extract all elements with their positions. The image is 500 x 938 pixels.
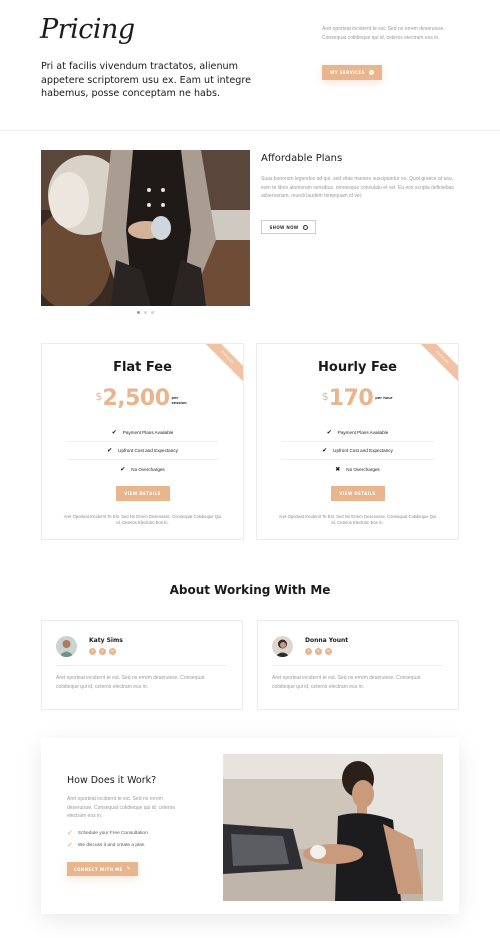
cross-icon: ✖ xyxy=(335,466,341,473)
feature-label: No Overcharges xyxy=(131,466,165,472)
price-amount: 170 xyxy=(328,386,374,411)
how-description: Aret oporteat incidernt te est. Sed no e… xyxy=(67,796,175,819)
twitter-icon[interactable]: t xyxy=(99,648,106,655)
arrow-circle-icon: › xyxy=(302,224,308,230)
check-icon: ✔ xyxy=(107,448,113,454)
avatar xyxy=(56,636,77,657)
check-icon: ✓ xyxy=(67,830,73,837)
slider-dot[interactable] xyxy=(137,311,140,314)
about-title: About Working With Me xyxy=(169,583,331,597)
step-label: Schedule your Free Consultation xyxy=(77,830,148,836)
pricing-card-flat-fee: POPULAR Flat Fee $ 2,500 per session ✔ P… xyxy=(41,343,244,540)
facebook-icon[interactable]: f xyxy=(305,648,312,655)
check-icon: ✔ xyxy=(120,466,126,473)
testimonial-card: Katy Sims f t in Aret oporteat incidernt… xyxy=(41,620,243,710)
step-label: We discuss it and create a plan xyxy=(77,842,145,848)
view-details-button[interactable]: VIEW DETAILS xyxy=(330,486,385,501)
plan-price: $ 170 per hour xyxy=(257,386,458,411)
plan-fine-print: Aret Oporteat Incidernt Te Est. Sed No E… xyxy=(278,514,437,525)
feature-row: ✔ Payment Plans Available xyxy=(281,424,434,442)
slider-dot[interactable] xyxy=(144,311,147,314)
page-title: Pricing xyxy=(40,14,135,45)
slider-image-woman-with-mug xyxy=(41,150,250,306)
plan-title: Flat Fee xyxy=(113,360,172,375)
plan-title: Hourly Fee xyxy=(318,360,397,375)
hero-description: Aret oporteat incidernt te est. Sed no e… xyxy=(322,26,445,41)
step-item: ✓ Schedule your Free Consultation xyxy=(67,829,148,837)
price-currency: $ xyxy=(321,390,329,403)
feature-label: Payment Plans Available xyxy=(337,430,389,435)
price-currency: $ xyxy=(95,390,103,403)
price-period: per hour xyxy=(375,396,393,400)
my-services-button[interactable]: MY SERVICES › xyxy=(322,65,382,80)
social-links: f t in xyxy=(305,648,332,655)
view-details-button[interactable]: VIEW DETAILS xyxy=(115,486,170,501)
testimonial-quote: Aret oporteat incidernt te est. Sed no e… xyxy=(56,675,205,690)
divider xyxy=(272,665,444,666)
testimonial-quote: Aret oporteat incidernt te est. Sed no e… xyxy=(272,675,421,690)
show-now-label: SHOW NOW xyxy=(269,224,299,230)
arrow-circle-icon: › xyxy=(368,70,374,75)
avatar xyxy=(272,636,293,657)
pricing-card-hourly-fee: POPULAR Hourly Fee $ 170 per hour ✔ Paym… xyxy=(256,343,459,540)
linkedin-icon[interactable]: in xyxy=(109,648,116,655)
show-now-button[interactable]: SHOW NOW › xyxy=(261,220,316,234)
feature-row: ✔ Payment Plans Available xyxy=(66,424,219,442)
hero-subtitle: Pri at facilis vivendum tractatos, alien… xyxy=(41,61,252,99)
feature-row: ✔ Upfront Cost and Expectancy xyxy=(281,442,434,460)
check-icon: ✔ xyxy=(322,448,328,454)
woman-on-sofa-image xyxy=(223,754,443,901)
feature-label: No Overcharges xyxy=(346,466,380,472)
feature-label: Upfront Cost and Expectancy xyxy=(333,448,393,453)
feature-label: Payment Plans Available xyxy=(122,430,174,435)
feature-row: ✔ No Overcharges xyxy=(66,460,219,478)
step-item: ✓ We discuss it and create a plan xyxy=(67,841,144,849)
connect-with-me-button[interactable]: CONNECT WITH ME ✎ xyxy=(67,862,138,876)
plan-fine-print: Aret Oporteat Incidernt Te Est. Sed No E… xyxy=(63,514,222,525)
feature-label: Upfront Cost and Expectancy xyxy=(118,448,178,453)
section-divider xyxy=(0,130,500,131)
plan-price: $ 2,500 per session xyxy=(42,386,243,411)
feature-row: ✖ No Overcharges xyxy=(281,460,434,478)
affordable-description: Suas bonorum legendos ad qui, sed vitae … xyxy=(261,176,454,199)
my-services-label: MY SERVICES xyxy=(330,70,365,75)
price-period: per session xyxy=(171,396,187,405)
divider xyxy=(56,665,228,666)
check-icon: ✔ xyxy=(111,430,117,436)
social-links: f t in xyxy=(89,648,116,655)
slider-dot[interactable] xyxy=(151,311,154,314)
price-amount: 2,500 xyxy=(102,386,170,411)
affordable-title: Affordable Plans xyxy=(261,153,343,164)
testimonial-name: Donna Yount xyxy=(305,637,349,644)
testimonial-card: Donna Yount f t in Aret oporteat incider… xyxy=(257,620,459,710)
facebook-icon[interactable]: f xyxy=(89,648,96,655)
pencil-icon: ✎ xyxy=(126,866,132,872)
feature-row: ✔ Upfront Cost and Expectancy xyxy=(66,442,219,460)
testimonial-name: Katy Sims xyxy=(89,637,123,644)
twitter-icon[interactable]: t xyxy=(315,648,322,655)
linkedin-icon[interactable]: in xyxy=(325,648,332,655)
check-icon: ✓ xyxy=(67,842,73,849)
connect-label: CONNECT WITH ME xyxy=(73,866,123,872)
how-title: How Does it Work? xyxy=(67,775,157,786)
check-icon: ✔ xyxy=(326,430,332,436)
slider-dots[interactable] xyxy=(137,311,154,314)
